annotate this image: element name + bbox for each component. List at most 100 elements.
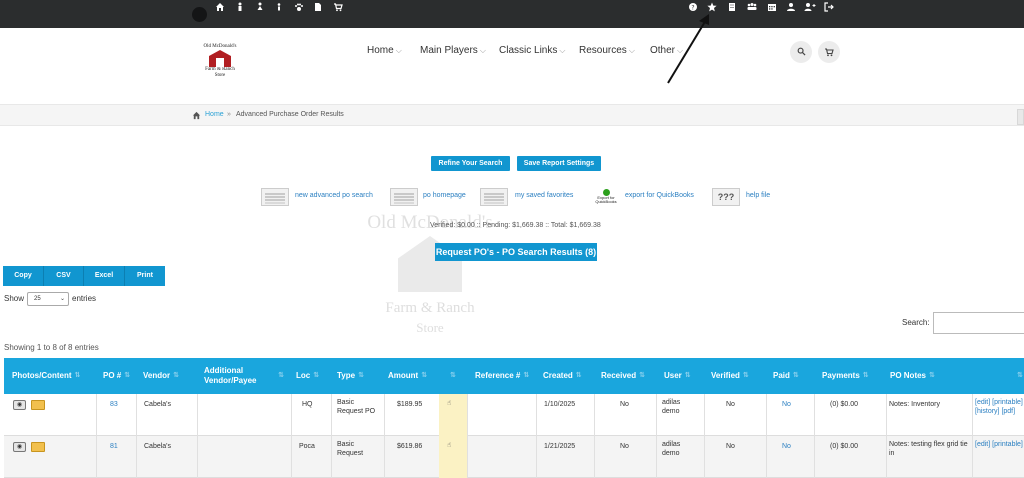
col-flag[interactable]: ⇅ (447, 358, 467, 394)
verified-cell: No (726, 401, 735, 408)
sort-icon: ⇅ (684, 372, 691, 379)
verified-cell: No (726, 443, 735, 450)
watermark-logo: Old McDonald's Farm & Ranch Store (360, 212, 500, 342)
amount-cell: $189.95 (397, 401, 423, 408)
export-quickbooks-link[interactable]: export for QuickBooks (625, 192, 694, 199)
breadcrumb-current: Advanced Purchase Order Results (236, 111, 344, 118)
table-row: ◉ 81 Cabela's Poca Basic Request $619.86… (4, 436, 1024, 478)
vendor-cell: Cabela's (144, 443, 172, 450)
sort-icon: ⇅ (450, 372, 456, 379)
csv-button[interactable]: CSV (44, 266, 83, 286)
refine-search-button[interactable]: Refine Your Search (431, 156, 510, 171)
results-title: Request PO's - PO Search Results (8) (435, 243, 597, 261)
sort-icon: ⇅ (862, 372, 869, 379)
home-icon (192, 111, 201, 122)
col-po-number[interactable]: PO # ⇅ (103, 358, 131, 394)
row-action-links[interactable]: [edit] [printable] [history] [pdf] (975, 398, 1023, 416)
new-advanced-po-search-link[interactable]: new advanced po search (295, 192, 373, 199)
col-paid[interactable]: Paid ⇅ (773, 358, 813, 394)
created-cell: 1/21/2025 (544, 443, 576, 450)
folder-icon[interactable] (31, 400, 45, 410)
sort-icon: ⇅ (74, 372, 81, 379)
col-loc[interactable]: Loc ⇅ (296, 358, 328, 394)
showing-entries-info: Showing 1 to 8 of 8 entries (4, 343, 99, 352)
col-type[interactable]: Type ⇅ (337, 358, 385, 394)
totals-summary: Verified: $0.00 :: Pending: $1,669.38 ::… (430, 222, 601, 229)
table-header: Photos/Content ⇅ PO # ⇅ Vendor ⇅ Additional… (4, 358, 1024, 394)
excel-button[interactable]: Excel (84, 266, 124, 286)
help-file-link[interactable]: help file (746, 192, 770, 199)
table-row: ◉ 83 Cabela's HQ Basic Request PO $189.9… (4, 394, 1024, 436)
type-cell: Basic Request (337, 441, 364, 457)
quickbooks-logo[interactable]: Export for QuickBooks (593, 189, 619, 205)
col-vendor[interactable]: Vendor ⇅ (143, 358, 198, 394)
hand-point-icon[interactable]: ☝ (447, 399, 451, 407)
po-number-link[interactable]: 81 (110, 442, 118, 451)
show-label: Show (4, 294, 25, 303)
sort-icon: ⇅ (523, 372, 530, 379)
table-search-input[interactable] (933, 312, 1024, 334)
loc-cell: HQ (302, 401, 313, 408)
sort-icon: ⇅ (792, 372, 799, 379)
breadcrumb-separator: » (227, 111, 231, 118)
paid-link[interactable]: No (782, 400, 791, 409)
watermark-text-bottom: Store (416, 320, 444, 335)
payments-cell: (0) $0.00 (830, 443, 859, 450)
page-size-value: 25 (34, 296, 41, 302)
col-payments[interactable]: Payments ⇅ (822, 358, 884, 394)
sort-icon: ⇅ (173, 372, 179, 379)
col-actions[interactable]: ⇅ (1014, 358, 1024, 394)
paid-link[interactable]: No (782, 442, 791, 451)
col-received[interactable]: Received ⇅ (601, 358, 661, 394)
camera-icon[interactable]: ◉ (13, 400, 26, 410)
user-cell: adilas demo (662, 441, 681, 457)
flag-cell (439, 394, 467, 436)
po-number-link[interactable]: 83 (110, 400, 118, 409)
sort-icon: ⇅ (929, 372, 935, 379)
col-amount[interactable]: Amount ⇅ (388, 358, 438, 394)
side-panel-tab[interactable] (1017, 109, 1024, 125)
help-file-thumbnail[interactable]: ??? (712, 188, 740, 206)
sort-icon: ⇅ (124, 372, 131, 379)
copy-button[interactable]: Copy (3, 266, 43, 286)
col-po-notes[interactable]: PO Notes ⇅ (890, 358, 950, 394)
col-reference[interactable]: Reference # ⇅ (475, 358, 533, 394)
sort-icon: ⇅ (278, 372, 284, 379)
saved-favorites-thumbnail[interactable] (480, 188, 508, 206)
watermark-text-middle: Farm & Ranch (385, 300, 475, 316)
po-notes-cell: Notes: testing flex grid tie in (889, 441, 968, 457)
chevron-down-icon: ⌄ (59, 296, 65, 302)
sort-icon: ⇅ (575, 372, 582, 379)
print-button[interactable]: Print (125, 266, 165, 286)
loc-cell: Poca (299, 443, 315, 450)
page-size-select[interactable]: 25 ⌄ (27, 292, 69, 306)
quickbooks-badge-text: Export for QuickBooks (595, 195, 617, 204)
created-cell: 1/10/2025 (544, 401, 576, 408)
sort-icon: ⇅ (421, 372, 428, 379)
po-homepage-thumbnail[interactable] (390, 188, 418, 206)
row-action-links[interactable]: [edit] [printable] (975, 440, 1023, 449)
export-button-group: Copy CSV Excel Print (3, 266, 165, 286)
save-report-settings-button[interactable]: Save Report Settings (517, 156, 601, 171)
po-notes-cell: Notes: Inventory (889, 401, 940, 408)
sort-icon: ⇅ (358, 372, 364, 379)
sort-icon: ⇅ (1017, 372, 1023, 379)
received-cell: No (620, 401, 629, 408)
hand-point-icon[interactable]: ☝ (447, 441, 451, 449)
col-user[interactable]: User ⇅ (664, 358, 706, 394)
sort-icon: ⇅ (742, 372, 749, 379)
new-search-thumbnail[interactable] (261, 188, 289, 206)
col-photos-content[interactable]: Photos/Content ⇅ (12, 358, 112, 394)
type-cell: Basic Request PO (337, 399, 376, 415)
po-homepage-link[interactable]: po homepage (423, 192, 466, 199)
col-verified[interactable]: Verified ⇅ (711, 358, 767, 394)
sort-icon: ⇅ (313, 372, 320, 379)
col-created[interactable]: Created ⇅ (543, 358, 599, 394)
col-additional-vendor[interactable]: Additional Vendor/Payee ⇅ (204, 358, 284, 394)
folder-icon[interactable] (31, 442, 45, 452)
breadcrumb-home-link[interactable]: Home (205, 111, 224, 118)
received-cell: No (620, 443, 629, 450)
saved-favorites-link[interactable]: my saved favorites (515, 192, 573, 199)
breadcrumb: Home » Advanced Purchase Order Results (0, 104, 1024, 126)
camera-icon[interactable]: ◉ (13, 442, 26, 452)
